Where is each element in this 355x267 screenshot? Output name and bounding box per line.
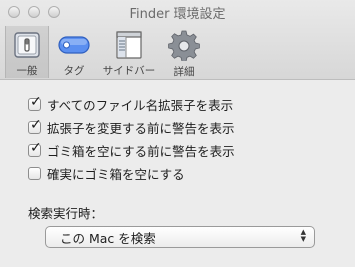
- tab-advanced-label: 詳細: [173, 66, 195, 78]
- checkbox[interactable]: [28, 166, 41, 180]
- checkbox[interactable]: ✓: [28, 117, 42, 134]
- search-scope-label: 検索実行時：: [28, 206, 104, 221]
- tab-tags[interactable]: タグ: [52, 26, 96, 78]
- tab-sidebar-label: サイドバー: [102, 65, 156, 77]
- search-scope-select[interactable]: この Mac を検索 ▲ ▼: [45, 226, 315, 248]
- general-pane: ✓ すべてのファイル名拡張子を表示 ✓ 拡張子を変更する前に警告を表示 ✓ ゴミ…: [0, 81, 355, 267]
- option-label: すべてのファイル名拡張子を表示: [47, 97, 234, 113]
- window-title: Finder 環境設定: [129, 7, 226, 22]
- option-warn-empty-trash[interactable]: ✓ ゴミ箱を空にする前に警告を表示: [28, 140, 235, 159]
- checkmark-icon: ✓: [30, 93, 42, 110]
- option-label: ゴミ箱を空にする前に警告を表示: [47, 143, 235, 159]
- tab-tags-label: タグ: [63, 65, 85, 77]
- tab-general-label: 一般: [16, 65, 38, 77]
- tag-icon: [58, 29, 90, 60]
- sidebar-icon: [113, 29, 145, 60]
- checkmark-icon: ✓: [30, 116, 42, 133]
- checkbox[interactable]: ✓: [28, 140, 42, 157]
- toolbar: Finder 環境設定 一般 タグ サイドバー 詳細: [0, 0, 355, 80]
- option-secure-empty-trash[interactable]: 確実にゴミ箱を空にする: [28, 164, 185, 182]
- option-show-extensions[interactable]: ✓ すべてのファイル名拡張子を表示: [28, 94, 234, 113]
- finder-preferences-window: Finder 環境設定 一般 タグ サイドバー 詳細 ✓ すべてのファイル名拡張…: [0, 0, 355, 267]
- search-scope-value: この Mac を検索: [60, 230, 156, 246]
- tab-general[interactable]: 一般: [5, 26, 49, 78]
- tab-sidebar[interactable]: サイドバー: [99, 26, 159, 78]
- switch-icon: [11, 29, 43, 60]
- tab-advanced[interactable]: 詳細: [162, 26, 206, 78]
- checkmark-icon: ✓: [30, 139, 42, 156]
- option-label: 確実にゴミ箱を空にする: [47, 166, 185, 182]
- option-label: 拡張子を変更する前に警告を表示: [47, 120, 235, 136]
- gear-icon: [168, 29, 200, 61]
- checkbox[interactable]: ✓: [28, 94, 42, 111]
- updown-arrows-icon: ▲ ▼: [300, 228, 306, 243]
- option-warn-extension-change[interactable]: ✓ 拡張子を変更する前に警告を表示: [28, 117, 235, 136]
- preference-tabs: 一般 タグ サイドバー 詳細: [5, 26, 209, 78]
